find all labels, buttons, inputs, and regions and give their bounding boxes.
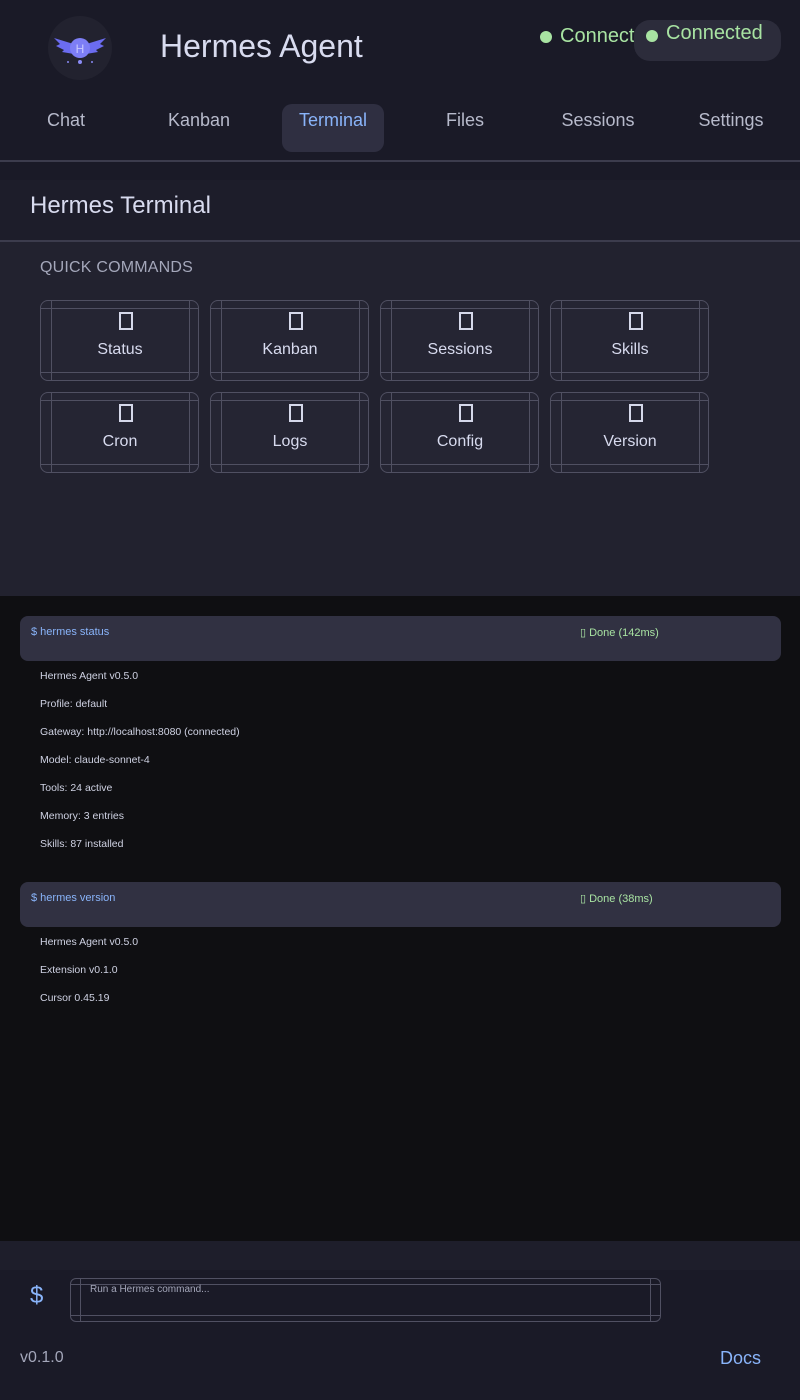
quick-commands-label: QUICK COMMANDS (40, 259, 194, 276)
output-line: Memory: 3 entries (40, 810, 125, 822)
prompt-symbol: $ (30, 1282, 44, 1309)
square-icon (459, 404, 473, 422)
connection-status-ghost: Connect (540, 25, 636, 48)
quick-command-label: Cron (102, 433, 138, 450)
command-status: ▯ Done (38ms) (580, 893, 653, 905)
quick-command-status-button[interactable]: Status (40, 300, 199, 381)
output-line: Extension v0.1.0 (40, 964, 118, 976)
status-ghost-label: Connect (560, 25, 635, 47)
quick-command-kanban-button[interactable]: Kanban (210, 300, 369, 381)
winged-logo-icon: H (54, 38, 106, 64)
status-label: Connected (666, 22, 763, 44)
square-icon (459, 312, 473, 330)
quick-command-label: Version (603, 433, 657, 450)
command-text: $ hermes status (31, 626, 110, 638)
output-line: Hermes Agent v0.5.0 (40, 936, 139, 948)
svg-text:H: H (76, 42, 85, 56)
connection-status-badge: Connected (634, 20, 781, 61)
tab-bar: Chat Kanban Terminal Files Sessions Sett… (0, 96, 800, 160)
hermes-logo: H (48, 16, 112, 80)
quick-command-label: Kanban (262, 341, 318, 358)
tab-settings[interactable]: Settings (693, 104, 769, 152)
terminal-output[interactable]: $ hermes status ▯ Done (142ms) Hermes Ag… (0, 596, 800, 1241)
output-line: Cursor 0.45.19 (40, 992, 110, 1004)
quick-command-label: Sessions (427, 341, 493, 358)
version-label: v0.1.0 (20, 1349, 64, 1366)
quick-command-config-button[interactable]: Config (380, 392, 539, 473)
command-input-placeholder: Run a Hermes command... (90, 1284, 210, 1295)
tab-files[interactable]: Files (427, 104, 503, 152)
square-icon (119, 312, 133, 330)
quick-command-cron-button[interactable]: Cron (40, 392, 199, 473)
quick-command-label: Config (436, 433, 484, 450)
quick-command-skills-button[interactable]: Skills (550, 300, 709, 381)
divider (0, 160, 800, 162)
square-icon (289, 312, 303, 330)
command-input[interactable]: Run a Hermes command... (70, 1278, 661, 1322)
tab-sessions[interactable]: Sessions (556, 104, 640, 152)
command-header: $ hermes version ▯ Done (38ms) (20, 882, 781, 927)
quick-command-label: Skills (611, 341, 649, 358)
status-dot-icon (540, 30, 552, 43)
output-line: Skills: 87 installed (40, 838, 124, 850)
page-title: Hermes Terminal (30, 192, 211, 219)
command-header: $ hermes status ▯ Done (142ms) (20, 616, 781, 661)
tab-kanban[interactable]: Kanban (161, 104, 237, 152)
input-separator (0, 1241, 800, 1270)
quick-command-logs-button[interactable]: Logs (210, 392, 369, 473)
square-icon (629, 312, 643, 330)
quick-command-label: Logs (272, 433, 308, 450)
square-icon (289, 404, 303, 422)
square-icon (119, 404, 133, 422)
quick-command-label: Status (97, 341, 143, 358)
command-text: $ hermes version (31, 892, 116, 904)
tab-chat[interactable]: Chat (28, 104, 104, 152)
app-header: H Hermes Agent Connect Connected (0, 0, 800, 96)
tab-terminal[interactable]: Terminal (282, 104, 384, 152)
command-status: ▯ Done (142ms) (580, 627, 659, 639)
square-icon (629, 404, 643, 422)
output-line: Hermes Agent v0.5.0 (40, 670, 139, 682)
output-line: Tools: 24 active (40, 782, 113, 794)
quick-command-version-button[interactable]: Version (550, 392, 709, 473)
app-title: Hermes Agent (160, 28, 363, 64)
output-line: Model: claude-sonnet-4 (40, 754, 150, 766)
output-line: Gateway: http://localhost:8080 (connecte… (40, 726, 240, 738)
quick-command-sessions-button[interactable]: Sessions (380, 300, 539, 381)
status-dot-icon (646, 30, 658, 42)
docs-link[interactable]: Docs (720, 1348, 761, 1369)
output-line: Profile: default (40, 698, 108, 710)
